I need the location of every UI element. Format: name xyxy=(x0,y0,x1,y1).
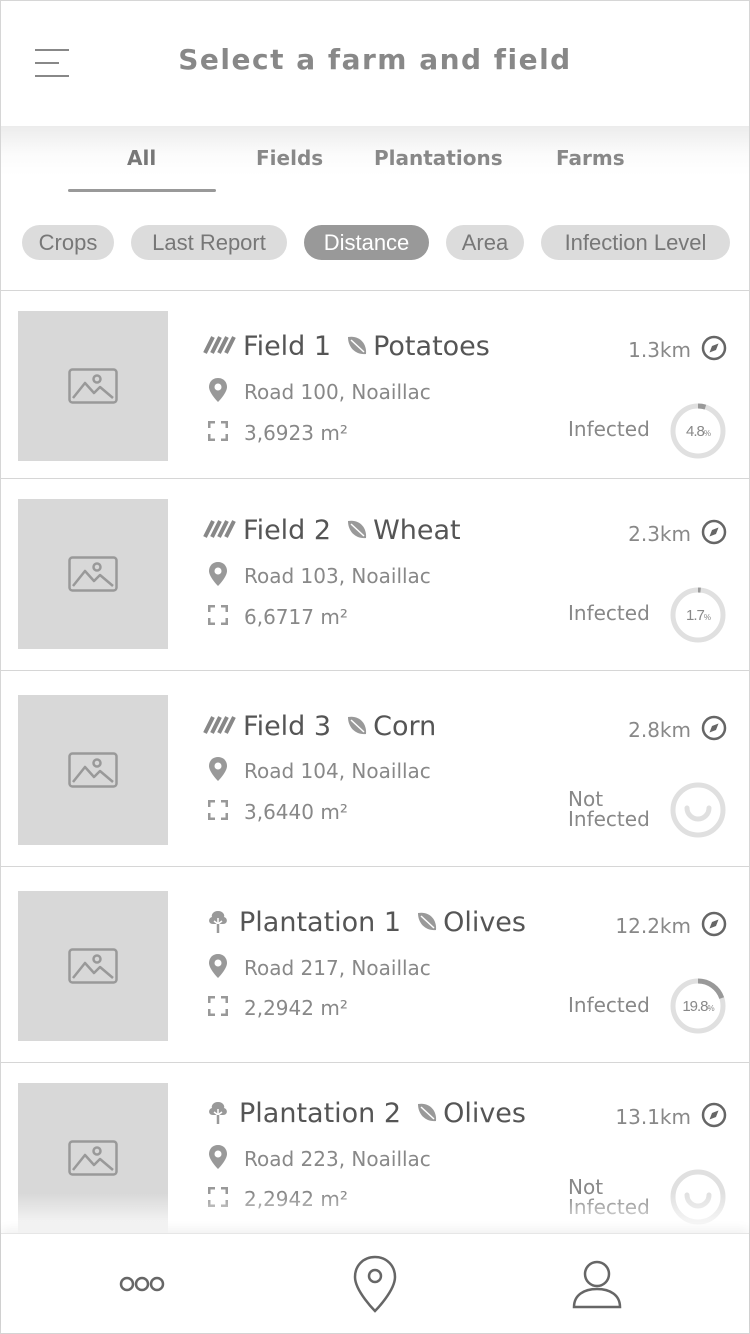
location-pin-icon xyxy=(208,953,228,983)
item-distance: 2.8km xyxy=(628,718,691,742)
item-crop: Wheat xyxy=(373,515,461,546)
image-placeholder-icon xyxy=(18,891,168,1041)
item-status: Infected xyxy=(568,601,650,625)
infection-percent: 1.7% xyxy=(686,607,711,624)
item-status: Infected xyxy=(568,993,650,1017)
user-profile-icon[interactable] xyxy=(537,1234,657,1334)
item-area: 6,6717 m² xyxy=(244,605,348,629)
compass-icon xyxy=(701,911,727,941)
area-icon xyxy=(207,995,229,1020)
list-item[interactable]: Field 2 Wheat Road 103, Noaillac 6,6717 … xyxy=(1,479,749,671)
compass-icon xyxy=(701,715,727,745)
page-title: Select a farm and field xyxy=(178,43,572,76)
compass-icon xyxy=(701,335,727,365)
item-status: Not Infected xyxy=(568,1175,650,1219)
leaf-icon xyxy=(415,1100,439,1128)
farm-list: Field 1 Potatoes Road 100, Noaillac 3,69… xyxy=(1,291,749,1233)
compass-icon xyxy=(701,1102,727,1132)
item-distance: 12.2km xyxy=(615,914,691,938)
more-dots-icon[interactable] xyxy=(82,1234,202,1334)
item-name: Field 3 xyxy=(243,711,332,742)
area-icon xyxy=(207,420,229,445)
image-placeholder-icon xyxy=(18,499,168,649)
not-infected-smiley-icon xyxy=(670,1169,726,1225)
item-name: Field 2 xyxy=(243,515,332,546)
item-area: 2,2942 m² xyxy=(244,996,348,1020)
list-item[interactable]: Plantation 2 Olives Road 223, Noaillac 2… xyxy=(1,1063,749,1233)
item-address: Road 103, Noaillac xyxy=(244,564,431,588)
tree-icon xyxy=(203,908,233,938)
area-icon xyxy=(207,1186,229,1211)
tab-plantations[interactable]: Plantations xyxy=(374,146,503,170)
tabs-and-filters: All Fields Plantations Farms Crops Last … xyxy=(1,126,749,291)
item-address: Road 223, Noaillac xyxy=(244,1147,431,1171)
map-pin-icon[interactable] xyxy=(315,1234,435,1334)
list-item[interactable]: Field 3 Corn Road 104, Noaillac 3,6440 m… xyxy=(1,671,749,867)
tab-farms[interactable]: Farms xyxy=(556,146,625,170)
image-placeholder-icon xyxy=(18,311,168,461)
area-icon xyxy=(207,799,229,824)
location-pin-icon xyxy=(208,756,228,786)
field-rows-icon xyxy=(203,715,237,739)
leaf-icon xyxy=(345,333,369,361)
infection-percent: 19.8% xyxy=(682,998,714,1015)
item-name: Plantation 2 xyxy=(239,1098,402,1129)
location-pin-icon xyxy=(208,561,228,591)
leaf-icon xyxy=(415,909,439,937)
not-infected-smiley-icon xyxy=(670,782,726,838)
image-placeholder-icon xyxy=(18,1083,168,1233)
item-area: 3,6923 m² xyxy=(244,421,348,445)
item-distance: 13.1km xyxy=(615,1105,691,1129)
area-icon xyxy=(207,604,229,629)
leaf-icon xyxy=(345,517,369,545)
item-crop: Potatoes xyxy=(373,331,490,362)
item-area: 3,6440 m² xyxy=(244,800,348,824)
field-rows-icon xyxy=(203,335,237,359)
infection-gauge: 1.7% xyxy=(670,587,726,643)
item-address: Road 100, Noaillac xyxy=(244,380,431,404)
item-crop: Olives xyxy=(443,1098,526,1129)
list-item[interactable]: Field 1 Potatoes Road 100, Noaillac 3,69… xyxy=(1,291,749,479)
item-area: 2,2942 m² xyxy=(244,1187,348,1211)
infection-gauge: 19.8% xyxy=(670,978,726,1034)
field-rows-icon xyxy=(203,519,237,543)
item-name: Plantation 1 xyxy=(239,907,402,938)
image-placeholder-icon xyxy=(18,695,168,845)
compass-icon xyxy=(701,519,727,549)
item-distance: 2.3km xyxy=(628,522,691,546)
item-address: Road 217, Noaillac xyxy=(244,956,431,980)
location-pin-icon xyxy=(208,377,228,407)
filter-chip-crops[interactable]: Crops xyxy=(22,225,114,260)
tree-icon xyxy=(203,1099,233,1129)
item-status: Infected xyxy=(568,417,650,441)
filter-chip-area[interactable]: Area xyxy=(446,225,524,260)
item-address: Road 104, Noaillac xyxy=(244,759,431,783)
filter-chip-distance[interactable]: Distance xyxy=(304,225,429,260)
item-status: Not Infected xyxy=(568,787,650,831)
infection-gauge: 4.8% xyxy=(670,403,726,459)
item-crop: Olives xyxy=(443,907,526,938)
active-tab-indicator xyxy=(68,189,216,192)
filter-chip-last-report[interactable]: Last Report xyxy=(131,225,287,260)
item-distance: 1.3km xyxy=(628,338,691,362)
bottom-navigation xyxy=(1,1233,749,1333)
header: Select a farm and field xyxy=(1,1,749,126)
item-name: Field 1 xyxy=(243,331,332,362)
item-crop: Corn xyxy=(373,711,437,742)
filter-chip-infection-level[interactable]: Infection Level xyxy=(541,225,730,260)
tab-fields[interactable]: Fields xyxy=(256,146,323,170)
infection-percent: 4.8% xyxy=(686,423,711,440)
location-pin-icon xyxy=(208,1144,228,1174)
tab-all[interactable]: All xyxy=(127,146,156,170)
leaf-icon xyxy=(345,713,369,741)
list-item[interactable]: Plantation 1 Olives Road 217, Noaillac 2… xyxy=(1,867,749,1063)
